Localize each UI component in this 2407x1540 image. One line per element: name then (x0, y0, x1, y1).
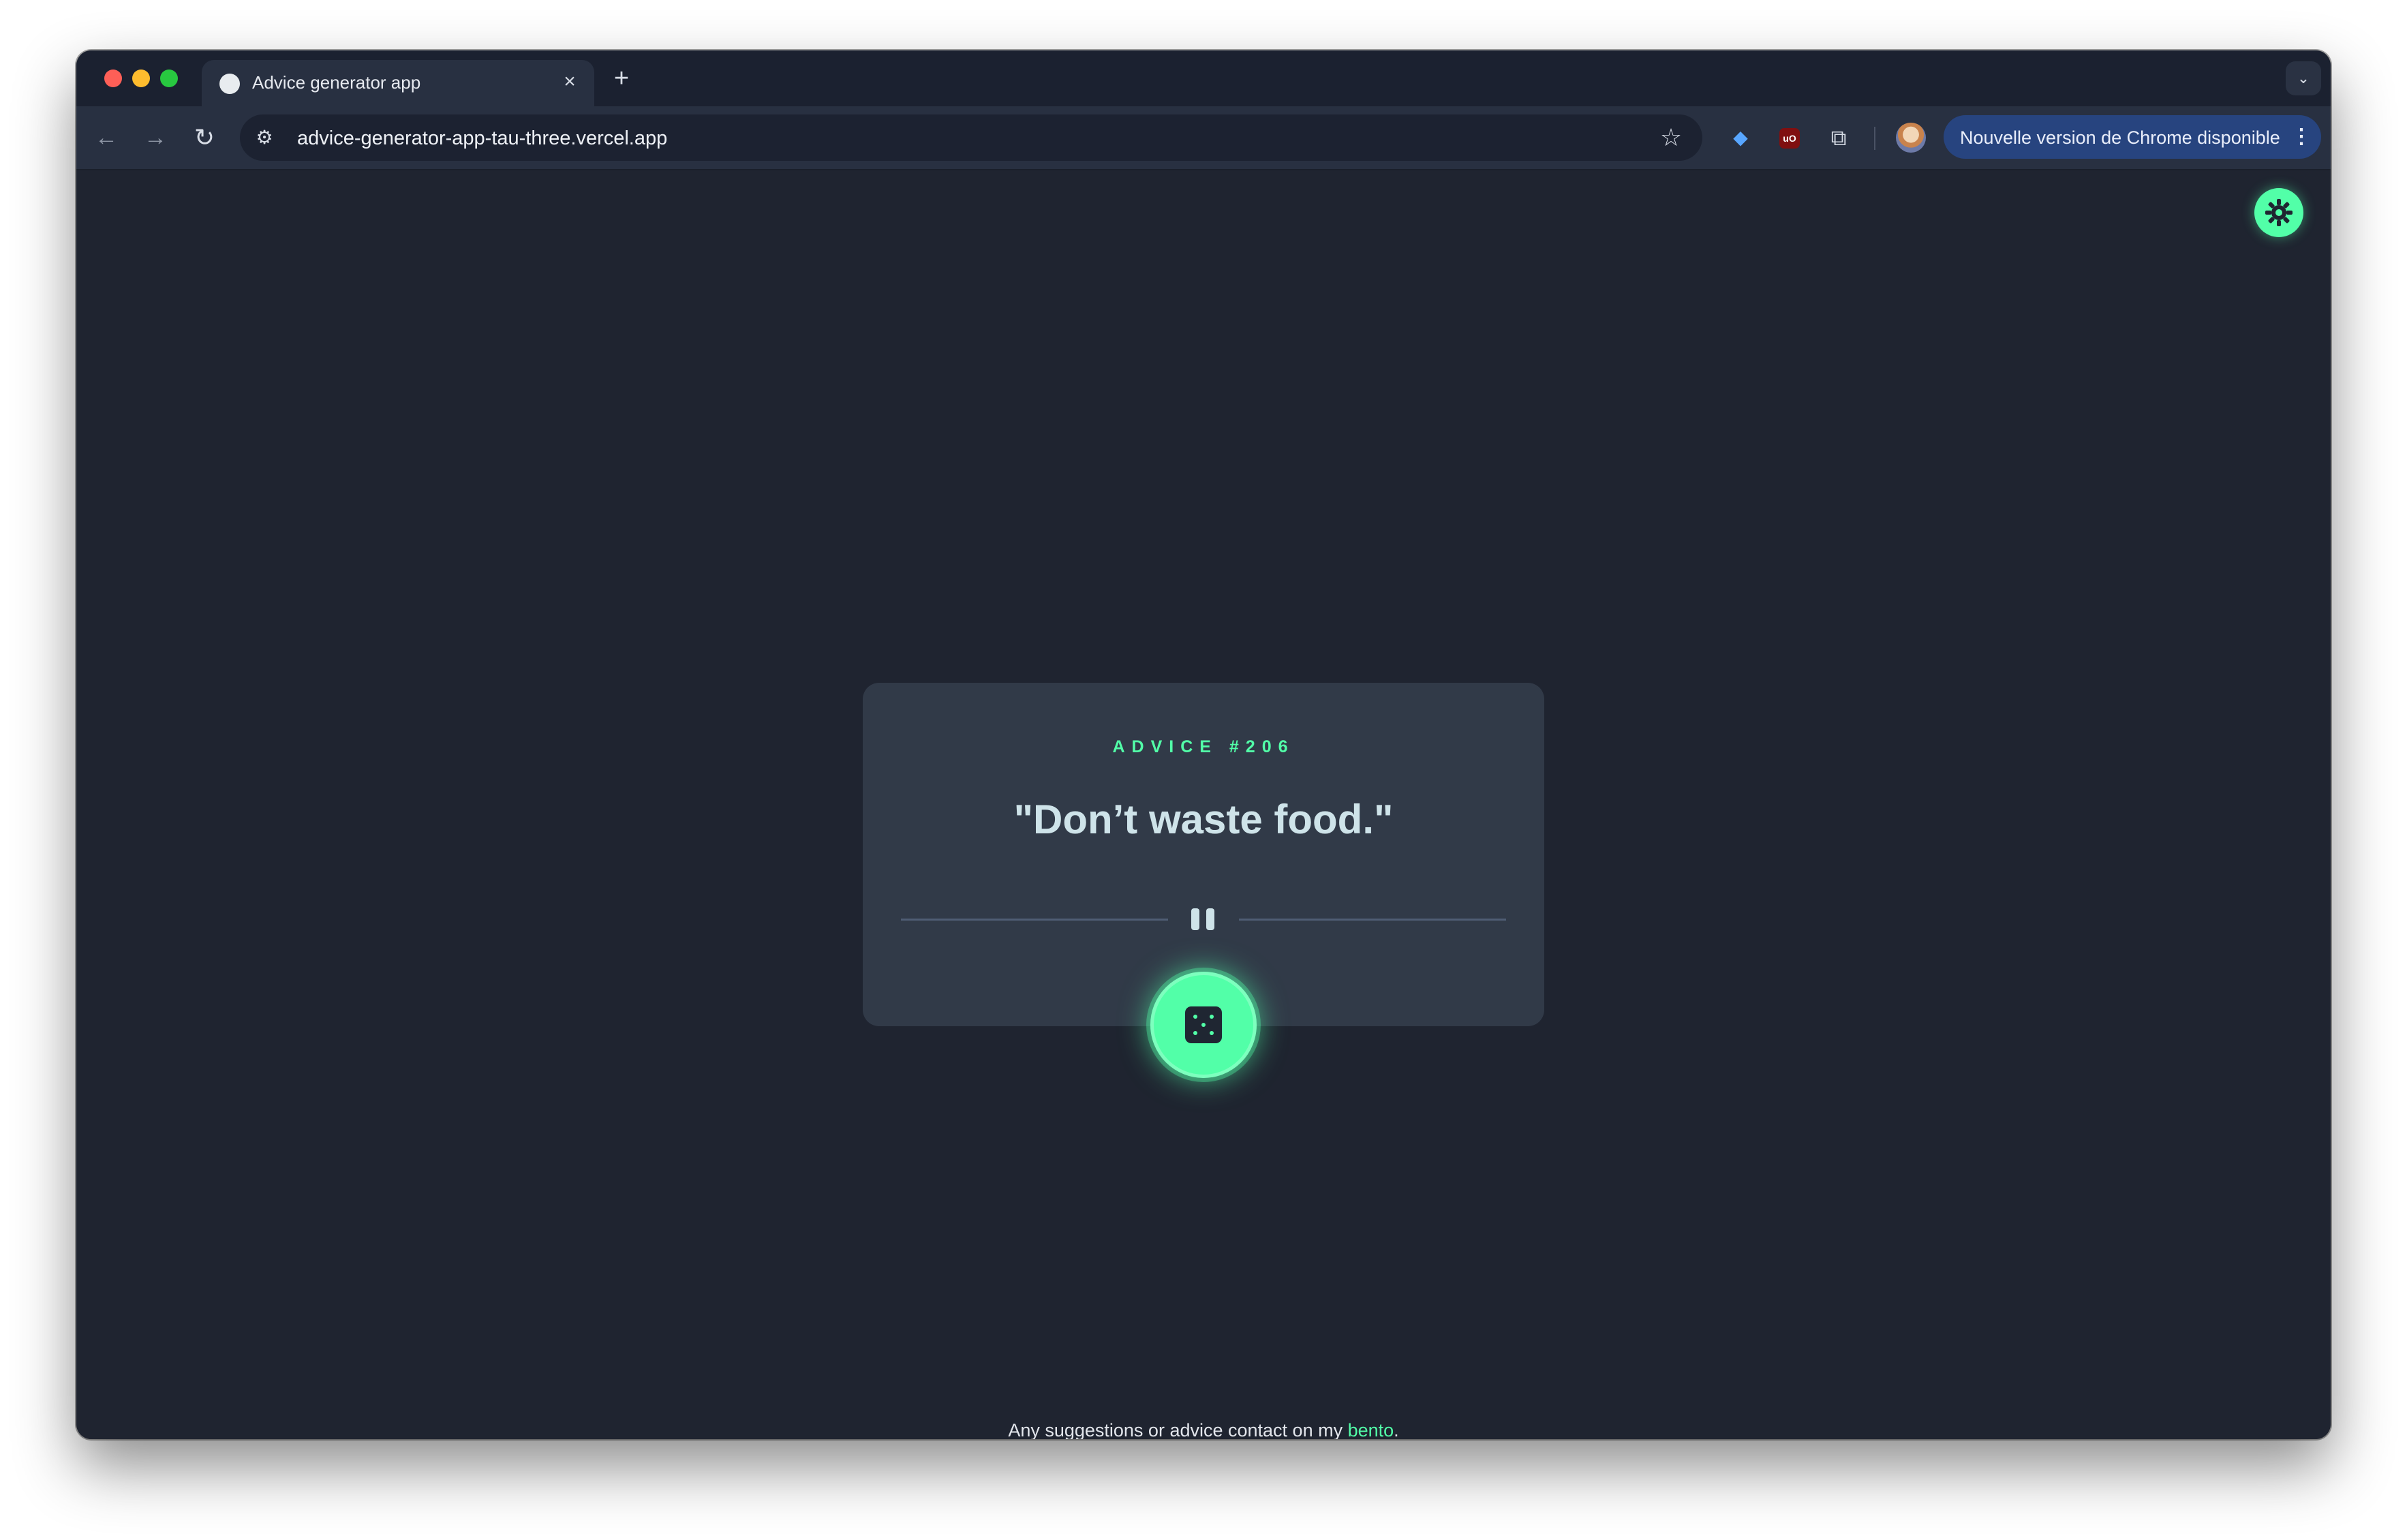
maximize-window-button[interactable] (160, 70, 178, 87)
footer-text: Any suggestions or advice contact on my (1008, 1420, 1348, 1439)
browser-toolbar: ← → ↻ ⚙ advice-generator-app-tau-three.v… (76, 106, 2331, 170)
tab-advice-generator[interactable]: Advice generator app × (202, 60, 594, 106)
chevron-down-icon[interactable]: ⌄ (2286, 61, 2321, 95)
divider-line-right (1239, 919, 1506, 921)
sun-gear-icon (2265, 199, 2293, 226)
ublock-badge: uO (1779, 128, 1800, 149)
chrome-update-button[interactable]: Nouvelle version de Chrome disponible ⋮ (1944, 115, 2321, 159)
profile-avatar[interactable] (1896, 123, 1926, 153)
tune-icon[interactable]: ⚙ (248, 121, 281, 154)
minimize-window-button[interactable] (132, 70, 150, 87)
dice-icon (1185, 1006, 1222, 1043)
arrow-left-icon[interactable]: ← (90, 121, 123, 154)
plus-icon[interactable]: + (602, 63, 641, 94)
address-bar[interactable]: ⚙ advice-generator-app-tau-three.vercel.… (240, 114, 1702, 161)
arrow-right-icon[interactable]: → (139, 121, 172, 154)
update-label: Nouvelle version de Chrome disponible (1960, 127, 2280, 148)
kebab-menu-icon[interactable]: ⋮ (2291, 122, 2312, 152)
tab-title: Advice generator app (252, 72, 421, 93)
footer: Any suggestions or advice contact on my … (76, 1420, 2331, 1439)
pause-icon (1189, 908, 1218, 931)
favicon-icon (219, 74, 240, 94)
toolbar-divider (1874, 127, 1875, 150)
puzzle-extensions-icon[interactable]: ⧉ (1822, 121, 1855, 154)
generate-advice-button[interactable] (1150, 972, 1257, 1078)
advice-quote: "Don’t waste food." (1013, 797, 1394, 842)
footer-period: . (1394, 1420, 1399, 1439)
gem-extension-icon[interactable]: ◆ (1724, 121, 1757, 154)
reload-icon[interactable]: ↻ (188, 121, 221, 154)
ublock-extension-icon[interactable]: uO (1773, 121, 1806, 154)
theme-toggle-button[interactable] (2254, 188, 2303, 237)
bento-link[interactable]: bento (1348, 1420, 1394, 1439)
url-text[interactable]: advice-generator-app-tau-three.vercel.ap… (297, 127, 667, 150)
close-icon[interactable]: × (556, 68, 583, 95)
page-content: ADVICE #206 "Don’t waste food." Any sugg… (76, 170, 2331, 1439)
divider-line-left (901, 919, 1168, 921)
close-window-button[interactable] (104, 70, 122, 87)
tab-strip: Advice generator app × + ⌄ (76, 50, 2331, 106)
browser-window: Advice generator app × + ⌄ ← → ↻ ⚙ advic… (76, 50, 2331, 1439)
advice-id-label: ADVICE #206 (1112, 737, 1295, 756)
star-icon[interactable]: ☆ (1653, 120, 1689, 155)
